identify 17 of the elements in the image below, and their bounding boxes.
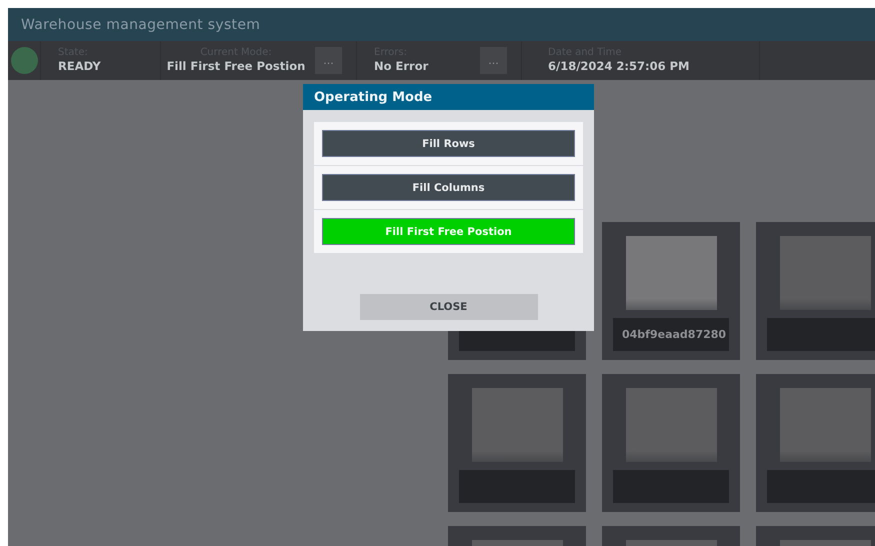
more-button[interactable]: ...: [315, 47, 342, 74]
field-value: READY: [58, 59, 102, 74]
field-value: No Error: [374, 59, 430, 74]
mode-button[interactable]: Fill Rows: [322, 130, 575, 157]
storage-slot[interactable]: [602, 374, 740, 512]
slot-label: 04bf9eaad87280: [613, 318, 729, 351]
more-button[interactable]: ...: [480, 47, 507, 74]
dialog-title: Operating Mode: [314, 90, 432, 104]
field-value: 6/18/2024 2:57:06 PM: [548, 59, 690, 74]
storage-slot[interactable]: [756, 222, 875, 360]
storage-slot[interactable]: 04bf9eaad87280: [602, 222, 740, 360]
mode-button[interactable]: Fill Columns: [322, 174, 575, 201]
storage-slot[interactable]: [448, 374, 586, 512]
close-button[interactable]: CLOSE: [360, 294, 538, 320]
field-value: Fill First Free Postion: [166, 59, 306, 74]
storage-slot[interactable]: [756, 374, 875, 512]
window-title: Warehouse management system: [21, 16, 260, 32]
